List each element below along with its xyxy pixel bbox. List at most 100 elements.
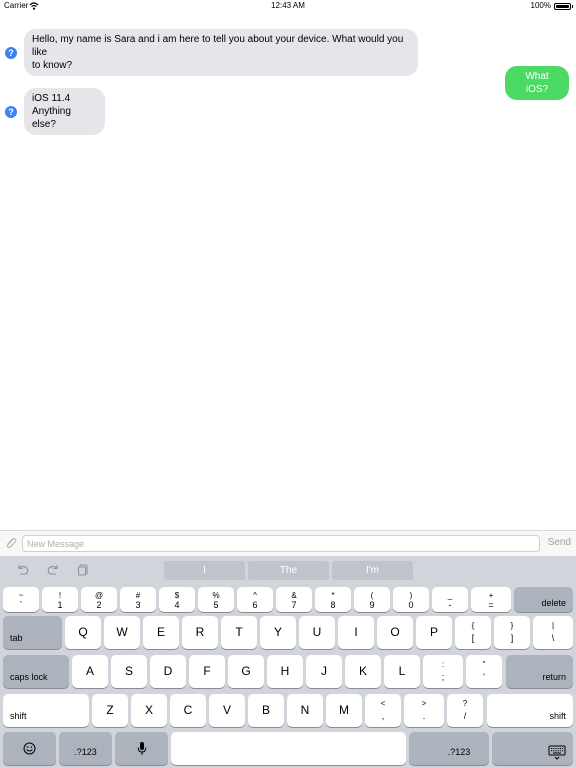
key-label: B — [261, 703, 270, 717]
keyboard: I The I'm ~ ` ! 1 @2 #3 $4 % 5 ^ 6 & 7 * 8 (9 … — [0, 556, 576, 768]
suggestion-1[interactable]: I — [164, 561, 245, 580]
battery-icon — [554, 3, 573, 10]
key-s[interactable]: S — [111, 655, 147, 688]
emoji-icon — [23, 742, 36, 755]
key-top-label: & — [291, 591, 297, 600]
tab-key[interactable]: tab — [3, 616, 62, 649]
key-comma[interactable]: <, — [365, 694, 401, 727]
key-a[interactable]: A — [72, 655, 108, 688]
suggestion-3[interactable]: I'm — [332, 561, 413, 580]
key-i[interactable]: I — [338, 616, 374, 649]
key-v[interactable]: V — [209, 694, 245, 727]
key-h[interactable]: H — [267, 655, 303, 688]
key-period[interactable]: >. — [404, 694, 444, 727]
key-label: K — [358, 664, 367, 678]
key-label: I — [354, 625, 358, 639]
shift-left-key[interactable]: shift — [3, 694, 89, 727]
key-d[interactable]: D — [150, 655, 186, 688]
key-g[interactable]: G — [228, 655, 264, 688]
key-8[interactable]: * 8 — [315, 587, 351, 612]
key-close-bracket[interactable]: }] — [494, 616, 530, 649]
key-e[interactable]: E — [143, 616, 179, 649]
key-label: X — [144, 703, 153, 717]
key-z[interactable]: Z — [92, 694, 128, 727]
key-label: G — [241, 664, 251, 678]
key-m[interactable]: M — [326, 694, 362, 727]
key-label: M — [339, 703, 349, 717]
hide-keyboard-key[interactable] — [492, 732, 573, 765]
key-semicolon[interactable]: :; — [423, 655, 463, 688]
key-2[interactable]: @2 — [81, 587, 117, 612]
key-l[interactable]: L — [384, 655, 420, 688]
numbers-left-key[interactable]: .?123 — [59, 732, 112, 765]
key-top-label: ( — [370, 591, 374, 600]
key-top-label: : — [441, 660, 445, 669]
key-label: delete — [541, 598, 566, 608]
redo-icon[interactable] — [46, 563, 60, 577]
key-label: R — [195, 625, 205, 639]
delete-key[interactable]: delete — [514, 587, 573, 612]
numbers-right-key[interactable]: .?123 — [409, 732, 489, 765]
key-bottom-label: 8 — [330, 600, 336, 610]
key-n[interactable]: N — [287, 694, 323, 727]
key-equals[interactable]: + = — [471, 587, 511, 612]
key-u[interactable]: U — [299, 616, 335, 649]
key-j[interactable]: J — [306, 655, 342, 688]
key-bottom-label: \ — [551, 633, 555, 643]
key-open-bracket[interactable]: {[ — [455, 616, 491, 649]
key-label: V — [222, 703, 231, 717]
key-slash[interactable]: ? / — [447, 694, 483, 727]
paperclip-icon[interactable] — [4, 536, 18, 550]
key-r[interactable]: R — [182, 616, 218, 649]
key-0[interactable]: ) 0 — [393, 587, 429, 612]
key-b[interactable]: B — [248, 694, 284, 727]
undo-icon[interactable] — [16, 563, 30, 577]
key-p[interactable]: P — [416, 616, 452, 649]
key-4[interactable]: $4 — [159, 587, 195, 612]
key-k[interactable]: K — [345, 655, 381, 688]
key-9[interactable]: (9 — [354, 587, 390, 612]
key-backslash[interactable]: | \ — [533, 616, 573, 649]
paste-icon[interactable] — [76, 563, 90, 577]
key-label: O — [390, 625, 400, 639]
key-label: Z — [106, 703, 114, 717]
key-minus[interactable]: _ - — [432, 587, 468, 612]
key-x[interactable]: X — [131, 694, 167, 727]
key-bottom-label: ` — [19, 600, 23, 610]
dictation-key[interactable] — [115, 732, 168, 765]
key-7[interactable]: & 7 — [276, 587, 312, 612]
key-quote[interactable]: " ' — [466, 655, 502, 688]
send-button[interactable]: Send — [548, 537, 571, 548]
key-bottom-label: 7 — [291, 600, 297, 610]
key-w[interactable]: W — [104, 616, 140, 649]
key-6[interactable]: ^ 6 — [237, 587, 273, 612]
key-1[interactable]: ! 1 — [42, 587, 78, 612]
key-top-label: _ — [447, 591, 453, 600]
key-q[interactable]: Q — [65, 616, 101, 649]
suggestion-2[interactable]: The — [248, 561, 329, 580]
key-bottom-label: 1 — [57, 600, 63, 610]
key-bottom-label: , — [381, 711, 385, 721]
key-3[interactable]: #3 — [120, 587, 156, 612]
message-input[interactable] — [22, 535, 540, 552]
key-top-label: $ — [174, 591, 180, 600]
key-label: L — [398, 664, 406, 678]
key-f[interactable]: F — [189, 655, 225, 688]
key-t[interactable]: T — [221, 616, 257, 649]
key-5[interactable]: % 5 — [198, 587, 234, 612]
key-y[interactable]: Y — [260, 616, 296, 649]
message-text: What iOS? — [525, 71, 549, 95]
key-label: return — [542, 672, 566, 682]
key-label: shift — [10, 711, 27, 721]
message-line: to know? — [32, 60, 73, 71]
caps-lock-key[interactable]: caps lock — [3, 655, 69, 688]
key-o[interactable]: O — [377, 616, 413, 649]
key-bottom-label: / — [463, 711, 467, 721]
space-bar[interactable] — [171, 732, 406, 765]
emoji-key[interactable] — [3, 732, 56, 765]
key-c[interactable]: C — [170, 694, 206, 727]
return-key[interactable]: return — [506, 655, 573, 688]
key-bottom-label: 2 — [96, 600, 102, 610]
key-backtick[interactable]: ~ ` — [3, 587, 39, 612]
shift-right-key[interactable]: shift — [487, 694, 573, 727]
